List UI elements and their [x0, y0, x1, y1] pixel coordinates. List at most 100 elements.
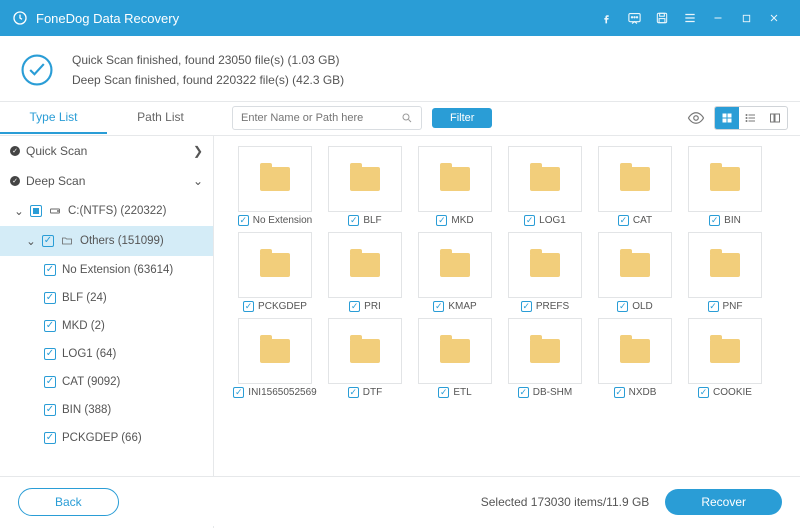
grid-item[interactable]: DB-SHM [500, 318, 590, 398]
grid-item[interactable]: MKD [410, 146, 500, 226]
grid-item[interactable]: PRI [320, 232, 410, 312]
checkbox-checked[interactable] [44, 404, 56, 416]
checkbox-checked[interactable] [44, 376, 56, 388]
checkbox-checked[interactable] [42, 235, 54, 247]
grid-item[interactable]: CAT [590, 146, 680, 226]
chevron-down-icon: ⌄ [26, 236, 36, 246]
view-list-icon[interactable] [739, 107, 763, 129]
checkbox-partial[interactable] [30, 205, 42, 217]
sidebar-item[interactable]: LOG1 (64) [0, 340, 213, 368]
checkbox-checked[interactable] [524, 215, 535, 226]
grid-item[interactable]: BLF [320, 146, 410, 226]
grid-item[interactable]: BIN [680, 146, 770, 226]
recover-button[interactable]: Recover [665, 489, 782, 515]
checkbox-checked[interactable] [44, 348, 56, 360]
grid-item[interactable]: INI1565052569 [230, 318, 320, 398]
sidebar-item[interactable]: BLF (24) [0, 284, 213, 312]
sidebar-deep-scan[interactable]: Deep Scan ⌄ [0, 166, 213, 196]
back-button[interactable]: Back [18, 488, 119, 516]
folder-thumb [328, 318, 402, 384]
folder-thumb [598, 318, 672, 384]
menu-icon[interactable] [676, 4, 704, 32]
checkbox-checked[interactable] [349, 301, 360, 312]
checkbox-checked[interactable] [708, 301, 719, 312]
sidebar-item[interactable]: CAT (9092) [0, 368, 213, 396]
close-icon[interactable] [760, 4, 788, 32]
minimize-icon[interactable] [704, 4, 732, 32]
view-grid-icon[interactable] [715, 107, 739, 129]
view-mode-segment [714, 106, 788, 130]
folder-thumb [328, 232, 402, 298]
grid-item[interactable]: DTF [320, 318, 410, 398]
sidebar-quick-scan[interactable]: Quick Scan ❯ [0, 136, 213, 166]
maximize-icon[interactable] [732, 4, 760, 32]
grid-item[interactable]: KMAP [410, 232, 500, 312]
folder-icon [530, 167, 560, 191]
checkbox-checked[interactable] [348, 215, 359, 226]
grid-item[interactable]: LOG1 [500, 146, 590, 226]
sidebar-item[interactable]: PCKGDEP (66) [0, 424, 213, 452]
folder-thumb [238, 232, 312, 298]
grid-item[interactable]: OLD [590, 232, 680, 312]
checkbox-checked[interactable] [243, 301, 254, 312]
facebook-icon[interactable] [592, 4, 620, 32]
folder-thumb [418, 318, 492, 384]
search-box[interactable] [232, 106, 422, 130]
grid-item-label: LOG1 [539, 215, 566, 226]
grid-item[interactable]: NXDB [590, 318, 680, 398]
folder-thumb [508, 318, 582, 384]
grid-item[interactable]: No Extension [230, 146, 320, 226]
checkbox-checked[interactable] [233, 387, 244, 398]
tab-path-list[interactable]: Path List [107, 102, 214, 134]
grid-item[interactable]: ETL [410, 318, 500, 398]
checkbox-checked[interactable] [348, 387, 359, 398]
view-detail-icon[interactable] [763, 107, 787, 129]
toolbar: Type List Path List Filter [0, 102, 800, 136]
grid-item[interactable]: PNF [680, 232, 770, 312]
folder-thumb [238, 146, 312, 212]
grid-item-label: INI1565052569 [248, 387, 316, 398]
checkbox-checked[interactable] [618, 215, 629, 226]
sidebar-item[interactable]: BIN (388) [0, 396, 213, 424]
sidebar-item[interactable]: No Extension (63614) [0, 256, 213, 284]
sidebar-item[interactable]: MKD (2) [0, 312, 213, 340]
sidebar: Quick Scan ❯ Deep Scan ⌄ ⌄ C:(NTFS) (220… [0, 136, 214, 528]
folder-icon [350, 253, 380, 277]
checkbox-checked[interactable] [698, 387, 709, 398]
selection-info: Selected 173030 items/11.9 GB [119, 495, 650, 509]
checkbox-checked[interactable] [436, 215, 447, 226]
checkbox-checked[interactable] [521, 301, 532, 312]
sidebar-drive[interactable]: ⌄ C:(NTFS) (220322) [0, 196, 213, 226]
folder-thumb [688, 146, 762, 212]
checkbox-checked[interactable] [238, 215, 249, 226]
checkbox-checked[interactable] [44, 264, 56, 276]
checkbox-checked[interactable] [44, 432, 56, 444]
checkbox-checked[interactable] [44, 320, 56, 332]
filter-button[interactable]: Filter [432, 108, 492, 128]
feedback-icon[interactable] [620, 4, 648, 32]
preview-toggle-icon[interactable] [684, 106, 708, 130]
checkbox-checked[interactable] [709, 215, 720, 226]
checkbox-checked[interactable] [614, 387, 625, 398]
folder-thumb [688, 318, 762, 384]
grid-item-label: PRI [364, 301, 381, 312]
grid-item-label: KMAP [448, 301, 476, 312]
search-input[interactable] [241, 112, 401, 124]
checkbox-checked[interactable] [438, 387, 449, 398]
grid-item-label: No Extension [253, 215, 312, 226]
grid-item[interactable]: PREFS [500, 232, 590, 312]
save-icon[interactable] [648, 4, 676, 32]
folder-thumb [598, 232, 672, 298]
tab-type-list[interactable]: Type List [0, 102, 107, 134]
grid-item-label: MKD [451, 215, 473, 226]
grid-item[interactable]: COOKIE [680, 318, 770, 398]
folder-thumb [598, 146, 672, 212]
checkbox-checked[interactable] [44, 292, 56, 304]
checkbox-checked[interactable] [433, 301, 444, 312]
checkbox-checked[interactable] [518, 387, 529, 398]
grid-item[interactable]: PCKGDEP [230, 232, 320, 312]
file-grid: No Extension BLF MKD LOG1 CATBIN PCKGDEP PRI KM… [214, 136, 800, 528]
checkbox-checked[interactable] [617, 301, 628, 312]
folder-thumb [418, 146, 492, 212]
sidebar-others[interactable]: ⌄ Others (151099) [0, 226, 213, 256]
